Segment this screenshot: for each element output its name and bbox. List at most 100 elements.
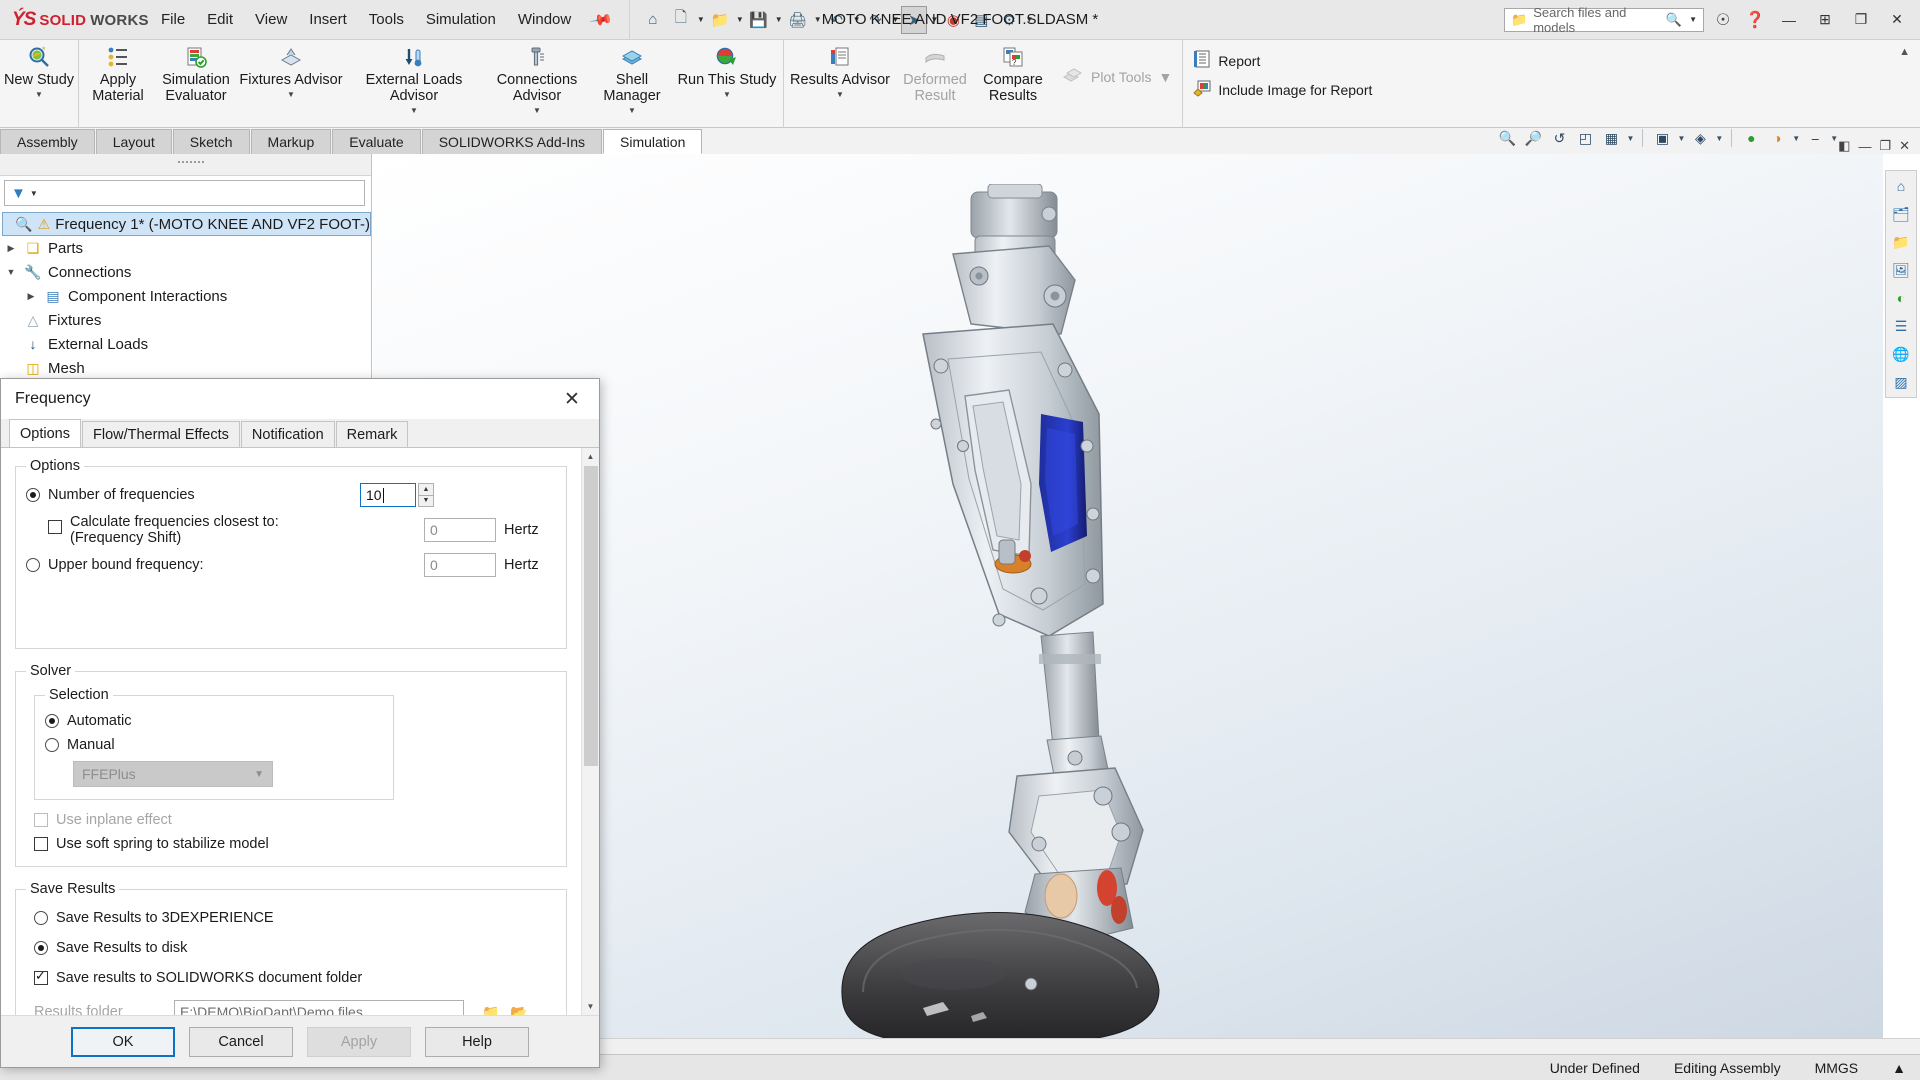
- shell-manager-button[interactable]: Shell Manager ▼: [593, 40, 671, 116]
- open-folder-icon[interactable]: 📂: [508, 1001, 530, 1015]
- close-doc-icon[interactable]: ✕: [1899, 138, 1910, 154]
- frequency-shift-input[interactable]: 0: [424, 518, 496, 542]
- menu-insert[interactable]: Insert: [298, 7, 358, 32]
- external-loads-advisor-chevron-down-icon[interactable]: ▼: [410, 107, 418, 116]
- print-chevron-down-icon[interactable]: ▼: [814, 15, 822, 24]
- new-study-button[interactable]: * New Study ▼: [0, 40, 78, 112]
- search-files-box[interactable]: 📁 Search files and models 🔍 ▼: [1504, 8, 1704, 32]
- save-to-3dexperience-radio[interactable]: [34, 911, 48, 925]
- zoom-to-fit-icon[interactable]: 🔍: [1497, 126, 1519, 150]
- zoom-to-area-icon[interactable]: 🔎: [1523, 126, 1545, 150]
- save-to-disk-radio[interactable]: [34, 941, 48, 955]
- home-icon[interactable]: ⌂: [640, 6, 666, 34]
- close-icon[interactable]: ✕: [555, 384, 589, 414]
- maximize-button[interactable]: ❐: [1846, 7, 1876, 33]
- assembly-model-view[interactable]: [803, 184, 1363, 1054]
- cancel-button[interactable]: Cancel: [189, 1027, 293, 1057]
- use-soft-spring-checkbox[interactable]: [34, 837, 48, 851]
- status-units[interactable]: MMGS: [1815, 1060, 1859, 1076]
- options-chevron-down-icon[interactable]: ▼: [1025, 15, 1033, 24]
- simulation-panel-icon[interactable]: ▨: [1888, 369, 1914, 395]
- dialog-tab-remark[interactable]: Remark: [336, 421, 409, 447]
- help-icon[interactable]: ❓: [1742, 7, 1768, 33]
- display-style-icon[interactable]: ▣: [1651, 126, 1673, 150]
- tab-solidworks-add-ins[interactable]: SOLIDWORKS Add-Ins: [422, 129, 602, 154]
- search-icon[interactable]: 🔍: [1666, 12, 1682, 28]
- upper-bound-frequency-input[interactable]: 0: [424, 553, 496, 577]
- scroll-up-arrow-icon[interactable]: ▲: [582, 448, 599, 465]
- number-of-frequencies-input[interactable]: 10: [360, 483, 416, 507]
- dialog-tab-notification[interactable]: Notification: [241, 421, 335, 447]
- shell-manager-chevron-down-icon[interactable]: ▼: [628, 107, 636, 116]
- redo-chevron-down-icon[interactable]: ▼: [892, 15, 900, 24]
- connections-advisor-button[interactable]: Connections Advisor ▼: [481, 40, 593, 116]
- undo-icon[interactable]: ↶: [824, 6, 850, 34]
- dialog-tab-flow-thermal[interactable]: Flow/Thermal Effects: [82, 421, 240, 447]
- dialog-vertical-scrollbar[interactable]: ▲ ▼: [581, 448, 599, 1015]
- view-settings-chevron-down-icon[interactable]: ▼: [1830, 134, 1838, 143]
- view-orientation-icon[interactable]: ▦: [1601, 126, 1623, 150]
- tree-node-parts[interactable]: ▶ ❑ Parts: [2, 236, 371, 260]
- account-icon[interactable]: ☉: [1710, 7, 1736, 33]
- menu-file[interactable]: File: [150, 7, 196, 32]
- ok-button[interactable]: OK: [71, 1027, 175, 1057]
- home-panel-icon[interactable]: ⌂: [1888, 173, 1914, 199]
- select-arrow-icon[interactable]: ➤: [901, 6, 927, 34]
- search-input[interactable]: Search files and models: [1533, 5, 1660, 35]
- tree-node-connections[interactable]: ▼ 🔧 Connections: [2, 260, 371, 284]
- menu-tools[interactable]: Tools: [358, 7, 415, 32]
- rebuild-icon[interactable]: ◉: [940, 6, 966, 34]
- solver-automatic-radio[interactable]: [45, 714, 59, 728]
- view-orientation-chevron-down-icon[interactable]: ▼: [1627, 134, 1635, 143]
- ribbon-collapse-chevron-icon[interactable]: ▲: [1899, 40, 1920, 58]
- simulation-evaluator-button[interactable]: Simulation Evaluator: [157, 40, 235, 112]
- help-button[interactable]: Help: [425, 1027, 529, 1057]
- undo-chevron-down-icon[interactable]: ▼: [853, 15, 861, 24]
- solver-manual-row[interactable]: Manual: [45, 733, 383, 757]
- external-loads-advisor-button[interactable]: External Loads Advisor ▼: [347, 40, 481, 116]
- number-of-frequencies-radio[interactable]: [26, 488, 40, 502]
- file-explorer-icon[interactable]: 📁: [1888, 229, 1914, 255]
- save-to-disk-row[interactable]: Save Results to disk: [34, 933, 556, 963]
- tree-node-mesh[interactable]: ◫ Mesh: [2, 356, 371, 380]
- save-icon[interactable]: 💾: [746, 6, 772, 34]
- report-button[interactable]: Report: [1183, 46, 1382, 75]
- stepper-down-icon[interactable]: ▼: [418, 496, 434, 508]
- feature-manager-tab-strip[interactable]: [0, 154, 371, 176]
- tree-node-external-loads[interactable]: ↓ External Loads: [2, 332, 371, 356]
- run-this-study-button[interactable]: Run This Study ▼: [671, 40, 783, 112]
- new-study-chevron-down-icon[interactable]: ▼: [35, 91, 43, 100]
- tab-markup[interactable]: Markup: [251, 129, 332, 154]
- open-folder-icon[interactable]: 📁: [707, 6, 733, 34]
- frequency-shift-checkbox[interactable]: [48, 520, 62, 534]
- close-button[interactable]: ✕: [1882, 7, 1912, 33]
- fixtures-advisor-button[interactable]: Fixtures Advisor ▼: [235, 40, 347, 112]
- results-folder-input[interactable]: E:\DEMO\BioDapt\Demo files: [174, 1000, 464, 1015]
- apply-material-button[interactable]: Apply Material: [79, 40, 157, 112]
- redo-icon[interactable]: ↷: [863, 6, 889, 34]
- tab-assembly[interactable]: Assembly: [0, 129, 95, 154]
- panel-resize-handle[interactable]: [178, 161, 204, 163]
- filter-funnel-icon[interactable]: ▼: [11, 185, 26, 202]
- display-style-chevron-down-icon[interactable]: ▼: [1677, 134, 1685, 143]
- previous-view-icon[interactable]: ↺: [1549, 126, 1571, 150]
- solver-select[interactable]: FFEPlus ▼: [73, 761, 273, 787]
- plot-tools-chevron-down-icon[interactable]: ▼: [1158, 69, 1172, 85]
- tab-sketch[interactable]: Sketch: [173, 129, 250, 154]
- deformed-result-button[interactable]: Deformed Result: [896, 40, 974, 112]
- expand-status-icon[interactable]: ▲: [1892, 1060, 1906, 1076]
- display-panel-icon[interactable]: ▤: [968, 6, 994, 34]
- view-palette-icon[interactable]: 🖼: [1888, 257, 1914, 283]
- hide-show-chevron-down-icon[interactable]: ▼: [1715, 134, 1723, 143]
- search-chevron-down-icon[interactable]: ▼: [1689, 15, 1697, 24]
- upper-bound-frequency-radio[interactable]: [26, 558, 40, 572]
- tree-node-fixtures[interactable]: △ Fixtures: [2, 308, 371, 332]
- horizontal-scrollbar[interactable]: [373, 1038, 1920, 1054]
- include-image-for-report-button[interactable]: Include Image for Report: [1183, 75, 1382, 104]
- dialog-tab-options[interactable]: Options: [9, 419, 81, 447]
- apply-scene-chevron-down-icon[interactable]: ▼: [1792, 134, 1800, 143]
- menu-window[interactable]: Window: [507, 7, 582, 32]
- menu-view[interactable]: View: [244, 7, 298, 32]
- view-settings-icon[interactable]: ⎯: [1804, 126, 1826, 150]
- frequency-dialog[interactable]: Frequency ✕ Options Flow/Thermal Effects…: [0, 378, 600, 1068]
